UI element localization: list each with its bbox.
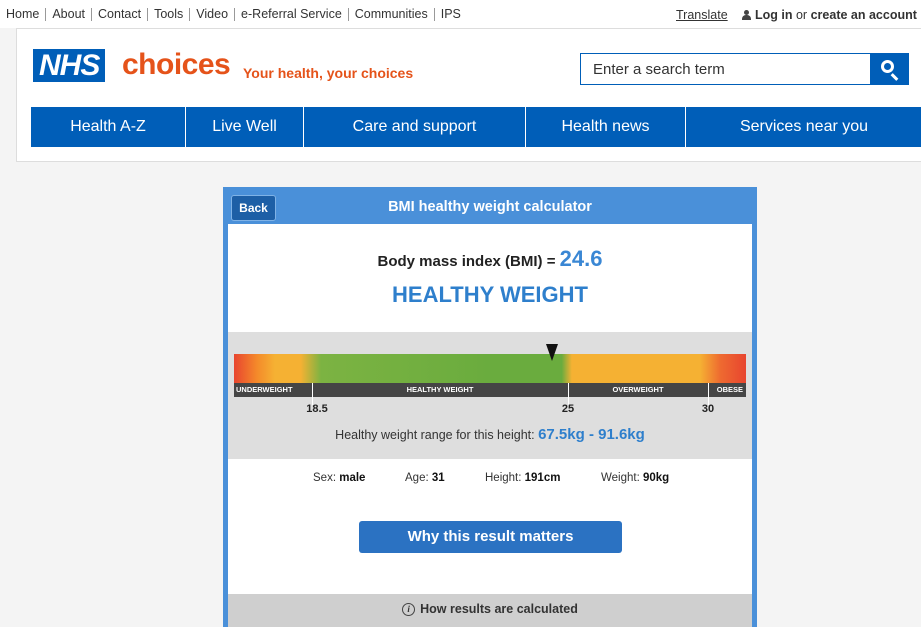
utility-links: Home About Contact Tools Video e-Referra… bbox=[6, 8, 467, 21]
segment-underweight: UNDERWEIGHT bbox=[236, 385, 293, 394]
link-video[interactable]: Video bbox=[189, 8, 234, 21]
stat-sex: Sex: male bbox=[313, 472, 366, 484]
nav-services-near-you[interactable]: Services near you bbox=[686, 107, 921, 147]
link-home[interactable]: Home bbox=[6, 8, 45, 21]
translate-link[interactable]: Translate bbox=[676, 8, 728, 22]
search-input[interactable] bbox=[581, 54, 871, 84]
healthy-range: Healthy weight range for this height: 67… bbox=[228, 426, 752, 443]
nav-live-well[interactable]: Live Well bbox=[186, 107, 304, 147]
bmi-result: Body mass index (BMI) = 24.6 bbox=[228, 246, 752, 272]
utility-bar: Home About Contact Tools Video e-Referra… bbox=[0, 0, 921, 28]
how-calculated-label: How results are calculated bbox=[420, 602, 578, 616]
stat-height: Height: 191cm bbox=[485, 472, 561, 484]
tick-label-30: 30 bbox=[701, 403, 715, 415]
nav-care-and-support[interactable]: Care and support bbox=[304, 107, 526, 147]
bmi-marker-icon bbox=[546, 344, 559, 361]
stat-weight: Weight: 90kg bbox=[601, 472, 670, 484]
tagline: Your health, your choices bbox=[243, 65, 414, 81]
range-label: Healthy weight range for this height: bbox=[335, 428, 535, 442]
calculator-title: BMI healthy weight calculator bbox=[388, 199, 592, 215]
search-button[interactable] bbox=[870, 54, 908, 84]
bmi-gauge: UNDERWEIGHT HEALTHY WEIGHT OVERWEIGHT OB… bbox=[228, 332, 752, 459]
choices-logo[interactable]: choices bbox=[122, 48, 231, 81]
login-link[interactable]: Log in bbox=[755, 8, 793, 22]
segment-overweight: OVERWEIGHT bbox=[612, 385, 664, 394]
stat-age: Age: 31 bbox=[405, 472, 445, 484]
link-about[interactable]: About bbox=[45, 8, 91, 21]
how-calculated-link[interactable]: i How results are calculated bbox=[228, 594, 752, 627]
nhs-logo[interactable]: NHS bbox=[33, 49, 106, 82]
bmi-calculator-panel: BMI healthy weight calculator Back Body … bbox=[223, 187, 757, 627]
range-value: 67.5kg - 91.6kg bbox=[538, 426, 645, 443]
back-button[interactable]: Back bbox=[231, 195, 276, 221]
calculator-header: BMI healthy weight calculator Back bbox=[228, 192, 752, 224]
nav-health-a-z[interactable]: Health A-Z bbox=[31, 107, 186, 147]
info-icon: i bbox=[402, 603, 416, 616]
bmi-label: Body mass index (BMI) = bbox=[377, 253, 556, 270]
gauge-color-bar bbox=[234, 354, 746, 383]
search-icon bbox=[881, 60, 894, 73]
link-contact[interactable]: Contact bbox=[91, 8, 147, 21]
why-result-matters-button[interactable]: Why this result matters bbox=[359, 521, 622, 553]
main-nav: Health A-Z Live Well Care and support He… bbox=[31, 107, 921, 147]
create-account-link[interactable]: create an account bbox=[811, 8, 917, 22]
segment-obese: OBESE bbox=[716, 385, 743, 394]
user-icon bbox=[742, 10, 751, 20]
tick-25 bbox=[568, 383, 569, 405]
nav-health-news[interactable]: Health news bbox=[526, 107, 686, 147]
bmi-status: HEALTHY WEIGHT bbox=[392, 282, 588, 307]
link-e-referral[interactable]: e-Referral Service bbox=[234, 8, 348, 21]
link-tools[interactable]: Tools bbox=[147, 8, 189, 21]
link-ips[interactable]: IPS bbox=[433, 8, 467, 21]
tick-18-5 bbox=[312, 383, 313, 405]
link-communities[interactable]: Communities bbox=[347, 8, 434, 21]
search-box bbox=[580, 53, 909, 85]
tick-label-25: 25 bbox=[561, 403, 575, 415]
tick-30 bbox=[708, 383, 709, 405]
bmi-value: 24.6 bbox=[559, 246, 603, 271]
or-text: or bbox=[795, 8, 808, 22]
segment-healthy-weight: HEALTHY WEIGHT bbox=[406, 385, 474, 394]
tick-label-18-5: 18.5 bbox=[306, 403, 328, 415]
gauge-scale: UNDERWEIGHT HEALTHY WEIGHT OVERWEIGHT OB… bbox=[234, 383, 746, 397]
site-header: NHS choices Your health, your choices He… bbox=[16, 28, 921, 162]
account-links: Log in or create an account bbox=[742, 8, 917, 22]
